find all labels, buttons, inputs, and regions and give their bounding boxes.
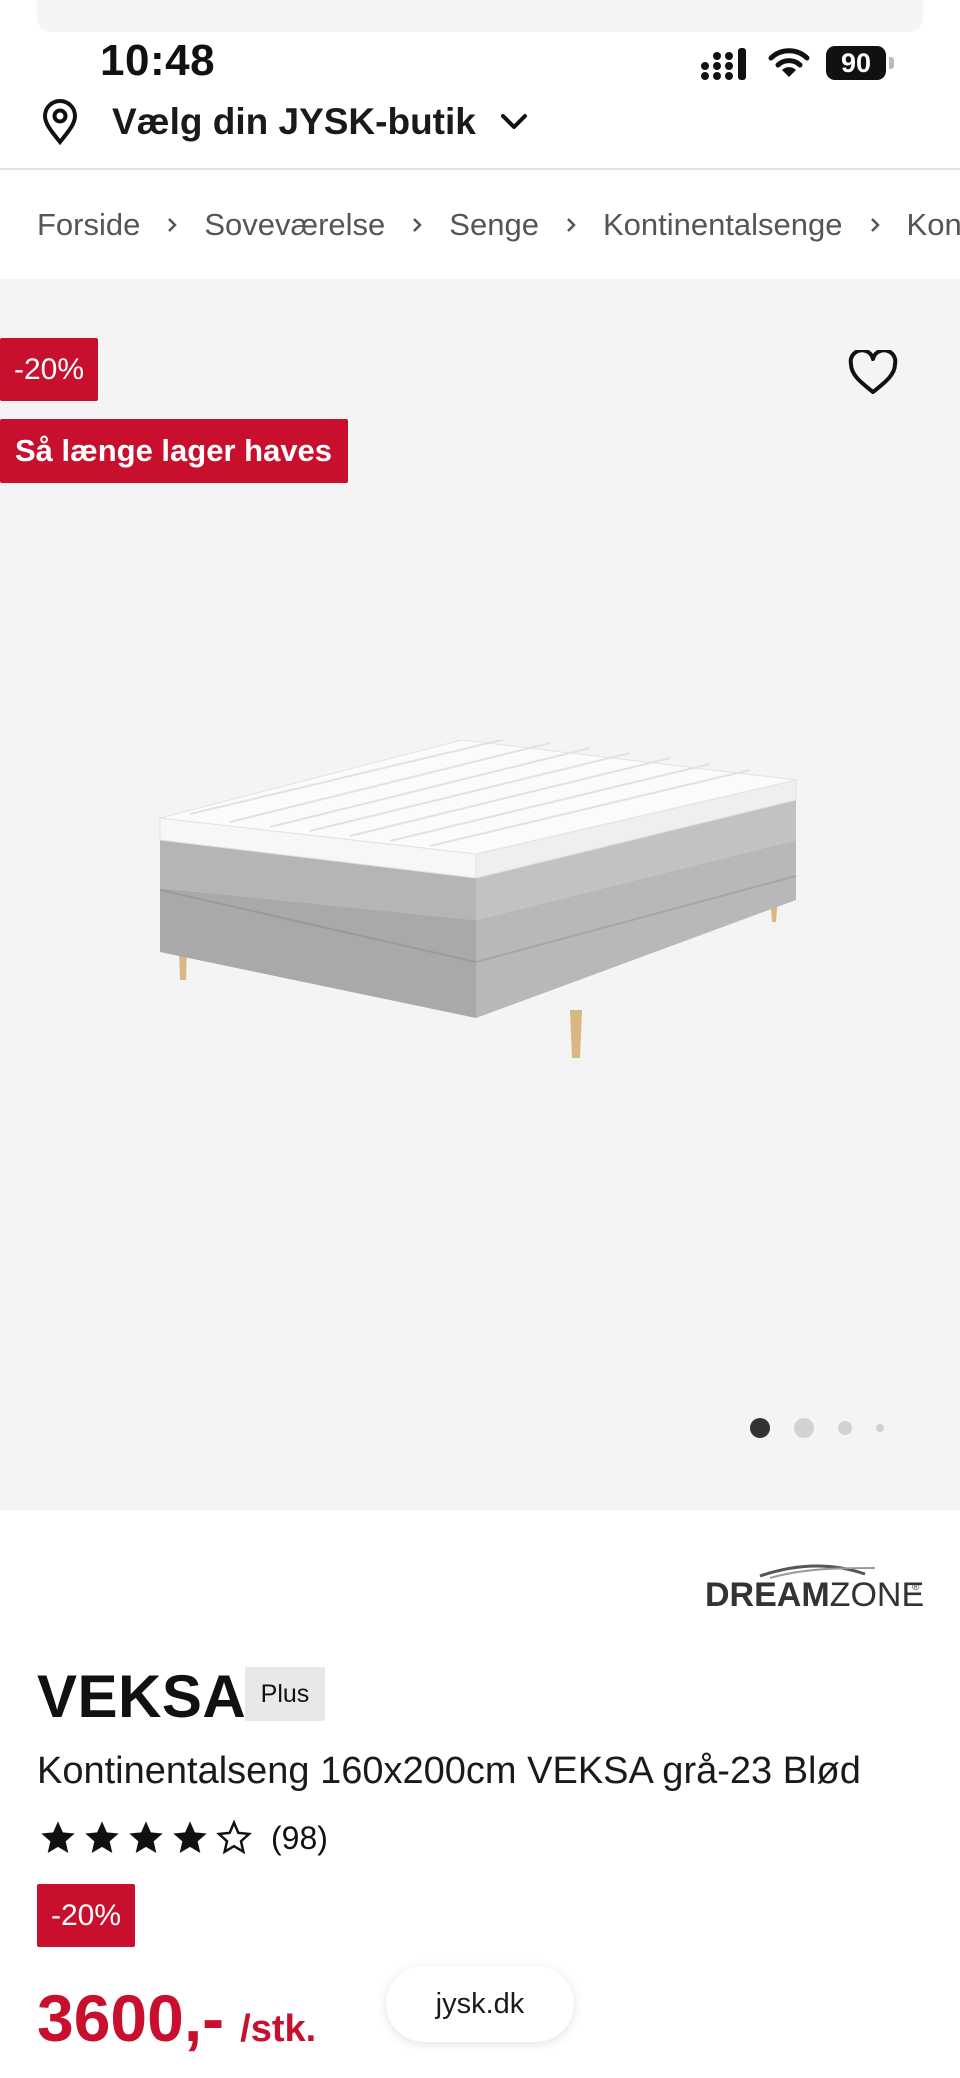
breadcrumb-item-kontinentalsenge[interactable]: Kontinentalsenge [603, 207, 843, 243]
product-rating[interactable]: (98) [37, 1816, 328, 1860]
star-empty-icon [216, 1819, 252, 1855]
star-filled-icon [41, 1821, 75, 1853]
stock-badge: Så længe lager haves [0, 419, 349, 483]
product-image [159, 740, 797, 1058]
heart-icon[interactable] [848, 350, 898, 396]
gallery-pagination[interactable] [750, 1416, 908, 1440]
pagination-dot[interactable] [794, 1418, 814, 1438]
top-strip [37, 0, 923, 32]
header-divider [0, 168, 960, 170]
location-pin-icon [42, 99, 78, 145]
price: 3600,- [37, 1981, 225, 2055]
star-filled-icon [85, 1821, 119, 1853]
product-name: VEKSA [37, 1663, 247, 1730]
discount-badge: -20% [37, 1884, 135, 1947]
breadcrumb-item-current: Konti [906, 207, 960, 242]
browser-url-pill[interactable]: jysk.dk [386, 1966, 574, 2042]
chevron-right-icon [870, 218, 880, 232]
status-time: 10:48 [100, 36, 216, 85]
breadcrumb-item-forside[interactable]: Forside [37, 207, 140, 243]
brand-logo: DREAMZONE ® [705, 1564, 924, 1614]
star-filled-icon [129, 1821, 163, 1853]
breadcrumb-item-senge[interactable]: Senge [449, 207, 539, 243]
pagination-dot[interactable] [838, 1421, 852, 1435]
pagination-dot-active[interactable] [750, 1418, 770, 1438]
wifi-icon [768, 48, 810, 77]
chevron-right-icon [567, 218, 576, 232]
signal-icon [701, 48, 746, 80]
price-unit: /stk. [240, 2008, 317, 2050]
review-count: (98) [271, 1819, 328, 1856]
breadcrumb: Forside Soveværelse Senge Kontinentalsen… [37, 200, 960, 250]
battery-level: 90 [826, 46, 886, 80]
store-selector-label: Vælg din JYSK-butik [112, 101, 476, 142]
plus-badge: Plus [245, 1667, 325, 1721]
breadcrumb-item-sovevaerelse[interactable]: Soveværelse [204, 207, 385, 243]
svg-text:®: ® [912, 1582, 920, 1593]
battery-indicator: 90 [826, 46, 896, 80]
chevron-down-icon [500, 114, 527, 129]
chevron-right-icon [168, 218, 178, 232]
star-filled-icon [173, 1821, 207, 1853]
chevron-right-icon [413, 218, 423, 232]
pagination-dot[interactable] [876, 1424, 884, 1432]
discount-badge: -20% [0, 338, 98, 401]
product-description: Kontinentalseng 160x200cm VEKSA grå-23 B… [37, 1750, 861, 1792]
price-row: 3600,- /stk. [37, 1980, 316, 2056]
svg-text:DREAMZONE: DREAMZONE [705, 1576, 924, 1614]
store-selector[interactable]: Vælg din JYSK-butik [40, 92, 528, 152]
